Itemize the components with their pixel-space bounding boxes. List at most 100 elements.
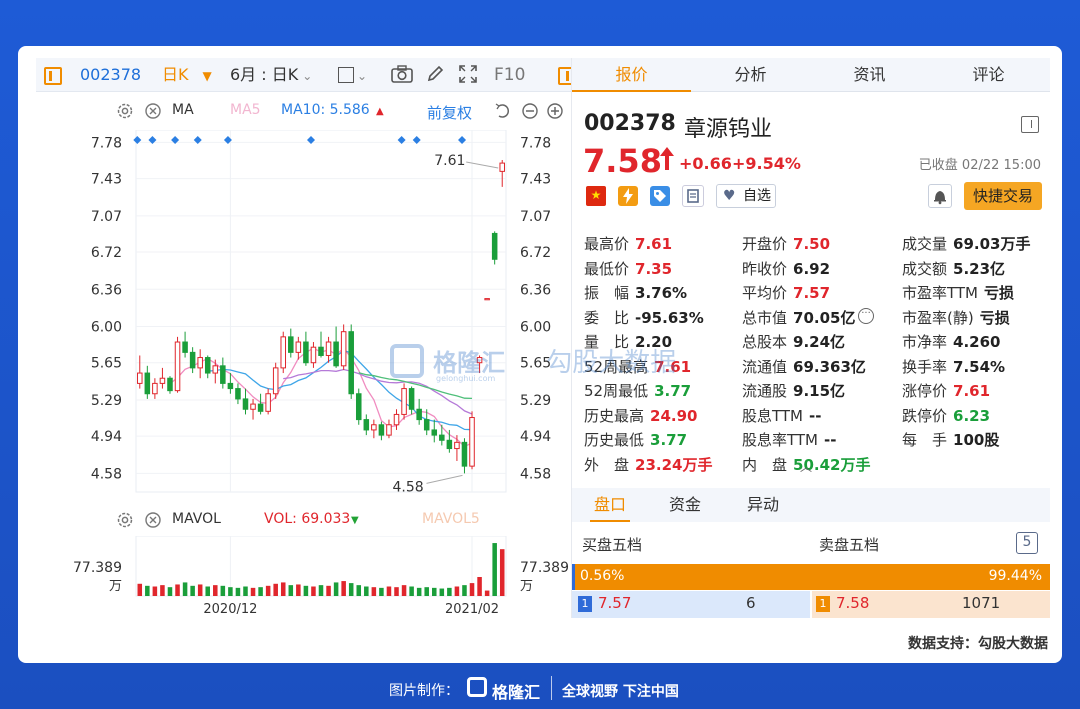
volume-bar: [371, 587, 377, 596]
ma10-label: MA10: 5.586: [281, 102, 370, 118]
price-change-pct: +9.54%: [732, 154, 801, 173]
close-icon[interactable]: [144, 511, 162, 533]
quote-field: 涨停价 7.61: [902, 379, 990, 403]
stock-name: 章源钨业: [684, 117, 773, 142]
buy-ratio: 0.56%: [580, 568, 625, 584]
undo-icon[interactable]: [495, 102, 511, 124]
volume-bar: [447, 587, 452, 596]
tab-quote[interactable]: 报价: [572, 58, 691, 92]
footer-brand: 格隆汇: [492, 683, 541, 702]
tab-orderbook[interactable]: 盘口: [594, 488, 626, 522]
f10-button[interactable]: F10: [494, 58, 525, 92]
quote-field: 最高价 7.61: [584, 232, 672, 256]
date-tick: 2020/12: [203, 602, 257, 617]
quote-field: 外 盘 23.24万手: [584, 453, 712, 477]
tab-comments[interactable]: 评论: [929, 58, 1048, 92]
quote-field: 最低价 7.35: [584, 257, 672, 281]
volume-bar: [167, 587, 173, 596]
sell-level-badge: 1: [816, 596, 830, 612]
volume-indicator-name[interactable]: MAVOL: [172, 511, 221, 527]
quote-field-value: 5.23亿: [953, 259, 1006, 278]
close-icon[interactable]: [144, 102, 162, 124]
buy-price: 7.57: [598, 594, 632, 612]
watermark: 格隆汇 gelonghui.com 勾股大数据: [390, 342, 676, 383]
chart-type-select[interactable]: ⌄: [338, 58, 367, 92]
period-select[interactable]: 日K ▼: [162, 58, 212, 92]
candle-body: [491, 232, 498, 260]
candle-body: [174, 341, 181, 392]
sell-qty: 1071: [962, 594, 1001, 612]
zoom-out-icon[interactable]: [521, 102, 539, 124]
stock-code: 002378: [80, 65, 142, 84]
volume-bar: [379, 587, 384, 596]
data-support-note: 数据支持：勾股大数据: [908, 636, 1048, 652]
volume-bar: [364, 586, 369, 596]
tab-movers[interactable]: 异动: [747, 488, 779, 522]
volume-bar: [326, 585, 331, 596]
tag-icon[interactable]: [650, 186, 670, 206]
price-up-arrow-icon: [659, 146, 675, 176]
fullscreen-icon[interactable]: [458, 58, 478, 92]
layout-icon[interactable]: [1021, 116, 1039, 133]
candle-body: [272, 367, 279, 395]
candle-body: [499, 162, 505, 172]
watchlist-button[interactable]: ♥ 自选: [716, 184, 776, 208]
quote-field-value: 6.23: [953, 406, 991, 425]
volume-bar: [386, 586, 392, 596]
down-arrow-icon: ▼: [351, 515, 359, 526]
volume-bar: [424, 587, 429, 596]
camera-icon[interactable]: [391, 58, 413, 92]
tab-funds[interactable]: 资金: [669, 488, 701, 522]
quick-trade-button[interactable]: 快捷交易: [964, 182, 1042, 210]
price-tick-left: 7.43: [91, 172, 122, 188]
brand-logo-icon: [390, 343, 424, 378]
volume-bar: [160, 585, 165, 596]
panel-toggle-icon[interactable]: [44, 67, 62, 85]
quote-field-value: 7.54%: [953, 357, 1006, 376]
volume-bar: [258, 587, 263, 596]
lightning-icon[interactable]: [618, 186, 638, 206]
price-chart[interactable]: 7.78 7.78 7.43 7.43 7.07 7.07 6.72 6.72 6.36 6.36…: [36, 130, 588, 510]
footer-logo-icon: [467, 677, 487, 697]
volume-bar: [469, 583, 475, 596]
quote-field-label: 开盘价: [742, 235, 788, 253]
zoom-in-icon[interactable]: [546, 102, 564, 124]
high-leader-line: [466, 161, 499, 169]
volume-bar: [409, 586, 414, 596]
quote-field-label: 总市值: [742, 308, 788, 327]
chevron-up-icon[interactable]: ︿: [800, 458, 812, 475]
price-tick-right: 6.36: [520, 282, 551, 298]
five-level-button[interactable]: 5: [1016, 532, 1038, 554]
pencil-icon[interactable]: [426, 58, 444, 92]
range-select[interactable]: 6月 : 日K ⌄: [230, 58, 312, 92]
adjust-select[interactable]: 前复权: [427, 102, 472, 123]
chart-panel: 002378 日K ▼ 6月 : 日K ⌄ ⌄ F10 MA MA5 MA10: 5…: [36, 58, 588, 618]
candle-body: [182, 341, 188, 353]
tab-analysis[interactable]: 分析: [691, 58, 810, 92]
watermark-brand: 格隆汇: [433, 349, 506, 377]
note-icon[interactable]: [682, 185, 704, 207]
indicator-name[interactable]: MA: [172, 102, 194, 118]
gear-icon[interactable]: [116, 511, 134, 533]
volume-bar: [228, 587, 233, 596]
volume-bar: [220, 585, 226, 596]
quote-panel: 报价 分析 资讯 评论 002378 章源钨业 7.58 +0.66 +9.54…: [571, 58, 1050, 618]
bell-icon[interactable]: [928, 184, 952, 208]
quote-field-value: 6.92: [793, 259, 831, 278]
quote-field-value: 亏损: [984, 284, 1015, 302]
quote-field-label: 股息TTM: [742, 406, 804, 425]
volume-bar: [416, 587, 422, 596]
gear-icon[interactable]: [116, 102, 134, 124]
volume-bar: [250, 587, 256, 596]
volume-chart[interactable]: 77.389 万 77.389 万 2020/12 2021/02: [36, 536, 588, 618]
quote-field: 委 比 -95.63%: [584, 306, 704, 330]
buy-level-row[interactable]: 1 7.57 6: [572, 591, 810, 618]
candle-body: [137, 372, 143, 384]
sell-level-row[interactable]: 1 7.58 1071: [812, 591, 1050, 618]
tab-news[interactable]: 资讯: [810, 58, 929, 92]
candle-body: [461, 441, 468, 467]
last-price: 7.58: [583, 142, 662, 180]
quote-field: 总股本 9.24亿: [742, 330, 845, 354]
volume-unit-right: 万: [520, 579, 533, 594]
more-icon[interactable]: ···: [858, 308, 874, 324]
